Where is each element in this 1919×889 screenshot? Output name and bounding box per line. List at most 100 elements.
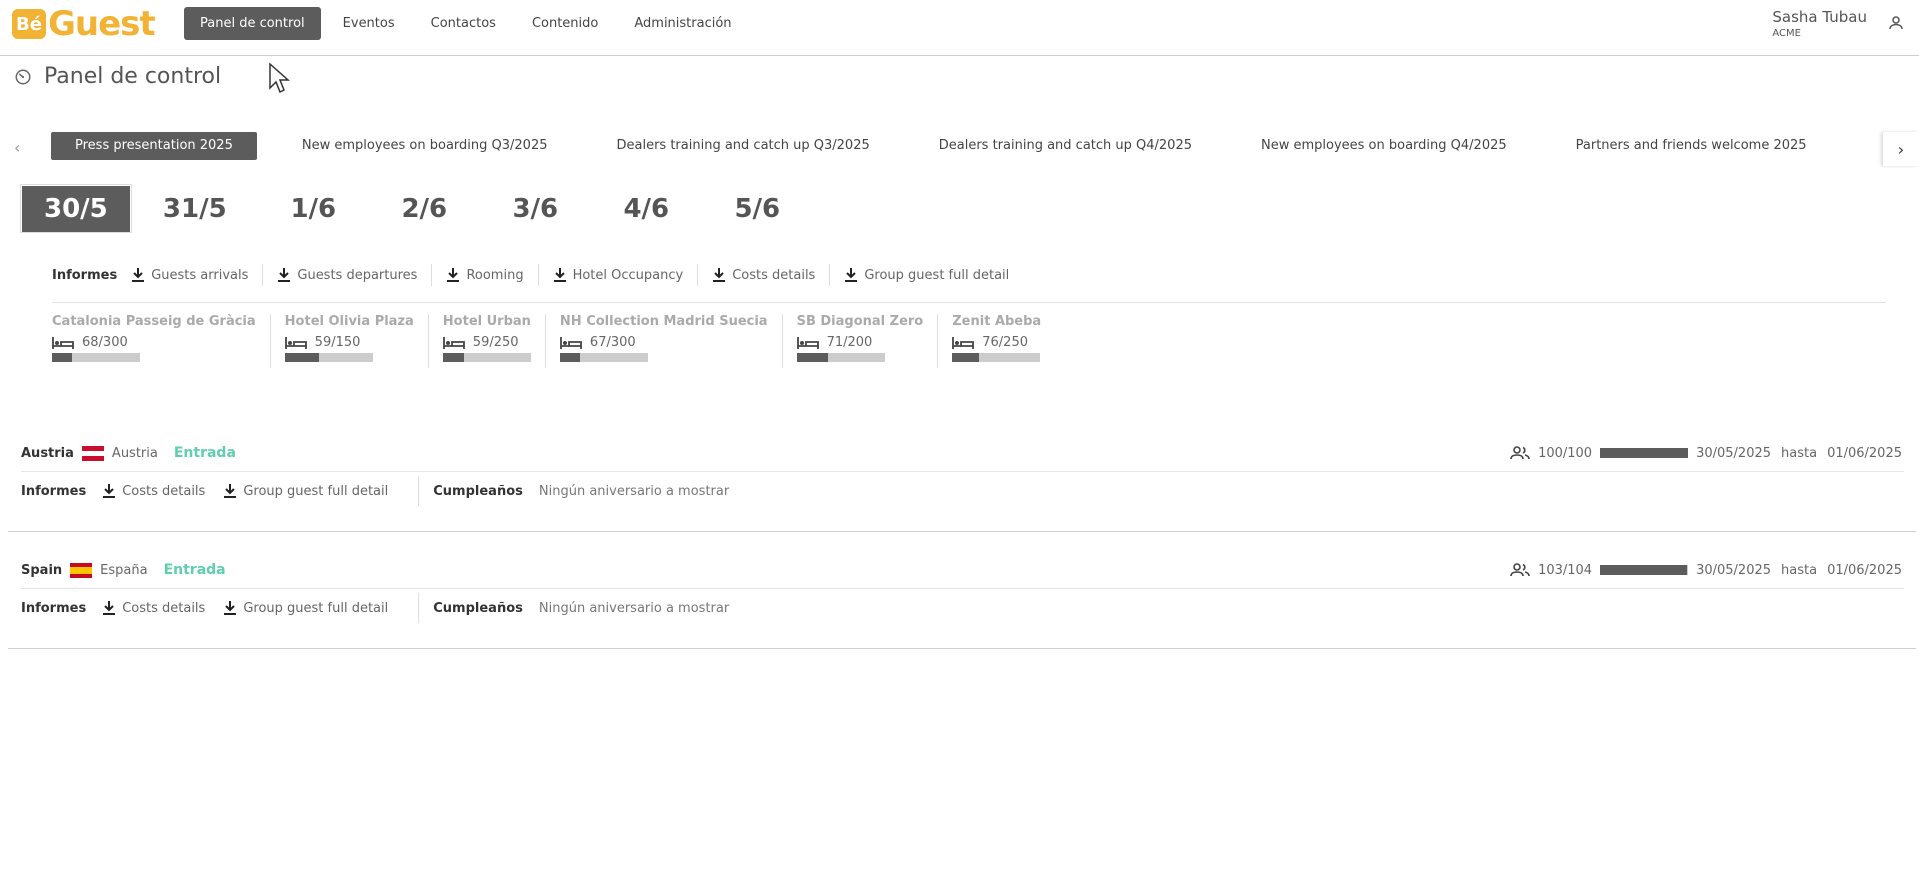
nav-eventos[interactable]: Eventos (329, 7, 409, 40)
status-badge: Entrada (163, 562, 226, 578)
hotel-card[interactable]: Hotel Urban 59/250 (442, 314, 546, 368)
download-icon (103, 484, 116, 498)
group-summary: 100/100 30/05/2025 hasta 01/06/2025 (1510, 442, 1902, 464)
date-to: 01/06/2025 (1827, 445, 1902, 461)
download-icon (447, 268, 460, 282)
download-icon (224, 484, 237, 498)
date-tab[interactable]: 3/6 (480, 194, 591, 224)
nav-contenido[interactable]: Contenido (518, 7, 612, 40)
nav-panel-de-control[interactable]: Panel de control (184, 7, 321, 40)
date-tab[interactable]: 31/5 (132, 194, 258, 224)
download-icon (278, 268, 291, 282)
hotel-name: Catalonia Passeig de Gràcia (52, 314, 256, 329)
report-costs-details[interactable]: Costs details (102, 480, 205, 502)
hotel-count-value: 76/250 (982, 335, 1028, 350)
date-from: 30/05/2025 (1696, 562, 1772, 578)
report-label: Costs details (122, 483, 206, 499)
hotel-count: 68/300 (52, 335, 256, 350)
report-label: Hotel Occupancy (572, 267, 684, 283)
divider (52, 302, 1886, 303)
report-guests-departures[interactable]: Guests departures (277, 264, 433, 286)
hotel-name: NH Collection Madrid Suecia (559, 314, 768, 329)
event-tab[interactable]: New employees on boarding Q3/2025 (278, 132, 572, 160)
group-reports: Informes Costs details Group guest full … (21, 476, 730, 506)
hotel-card[interactable]: Zenit Abeba 76/250 (952, 314, 1055, 368)
report-label: Group guest full detail (243, 600, 389, 616)
hotel-card[interactable]: Catalonia Passeig de Gràcia 68/300 (52, 314, 271, 368)
occupancy-fill (52, 353, 72, 362)
nav-administracion[interactable]: Administración (620, 7, 745, 40)
hotel-list: Catalonia Passeig de Gràcia 68/300 Hotel… (52, 314, 1069, 368)
download-icon (103, 601, 116, 615)
date-tab[interactable]: 5/6 (702, 194, 813, 224)
report-group-guest-full-detail[interactable]: Group guest full detail (223, 480, 388, 502)
occupancy-fill (442, 353, 464, 362)
date-tab-selected-box: 30/5 (20, 184, 132, 233)
bed-icon (284, 336, 307, 349)
occupancy-bar (796, 353, 885, 362)
chevron-right-icon[interactable]: › (1883, 132, 1919, 166)
group-country: Austria (111, 445, 158, 461)
hotel-count-value: 59/150 (314, 335, 361, 350)
hotel-count: 67/300 (560, 335, 768, 350)
guest-count: 103/104 (1538, 562, 1593, 578)
gauge-icon (15, 69, 31, 84)
hotel-card[interactable]: Hotel Olivia Plaza 59/150 (284, 314, 429, 368)
occupancy-bar (442, 353, 531, 362)
hotel-count-value: 71/200 (826, 335, 873, 350)
event-tab[interactable]: Dealers training and catch up Q3/2025 (593, 132, 894, 160)
event-tab[interactable]: Partners and friends welcome 2025 (1552, 132, 1831, 160)
report-group-guest-full-detail[interactable]: Group guest full detail (844, 264, 1023, 286)
hotel-count: 59/250 (442, 335, 531, 350)
report-label: Rooming (466, 267, 524, 283)
user-info[interactable]: Sasha Tubau ACME (1772, 8, 1867, 39)
report-group-guest-full-detail[interactable]: Group guest full detail (223, 597, 388, 619)
occupancy-bar (284, 353, 373, 362)
download-icon (553, 268, 566, 282)
hotel-count: 76/250 (952, 335, 1041, 350)
report-hotel-occupancy[interactable]: Hotel Occupancy (553, 264, 699, 286)
occupancy-fill (559, 353, 580, 362)
user-icon[interactable] (1887, 14, 1905, 32)
bed-icon (52, 336, 74, 349)
bed-icon (560, 336, 582, 349)
hotel-name: SB Diagonal Zero (796, 314, 924, 329)
bed-icon (952, 336, 975, 349)
event-tab[interactable]: Dealers training and catch up Q4/2025 (915, 132, 1216, 160)
birthdays-text: Ningún aniversario a mostrar (538, 483, 730, 499)
report-label: Costs details (122, 600, 206, 616)
hotel-count-value: 67/300 (589, 335, 636, 350)
date-tab[interactable]: 2/6 (369, 194, 480, 224)
report-rooming[interactable]: Rooming (446, 264, 539, 286)
group-summary: 103/104 30/05/2025 hasta 01/06/2025 (1510, 559, 1902, 581)
report-costs-details[interactable]: Costs details (102, 597, 205, 619)
chevron-left-icon[interactable]: ‹ (14, 138, 20, 157)
download-icon (845, 268, 858, 282)
user-org: ACME (1772, 28, 1801, 39)
report-costs-details[interactable]: Costs details (712, 264, 831, 286)
date-tab[interactable]: 30/5 (22, 185, 130, 232)
date-tab[interactable]: 4/6 (591, 194, 702, 224)
group-reports: Informes Costs details Group guest full … (21, 593, 730, 623)
guest-fill (1600, 565, 1688, 575)
hotel-card[interactable]: SB Diagonal Zero 71/200 (796, 314, 939, 368)
birthdays-label: Cumpleaños (433, 600, 523, 616)
report-guests-arrivals[interactable]: Guests arrivals (131, 264, 264, 286)
hotel-card[interactable]: NH Collection Madrid Suecia 67/300 (559, 314, 783, 368)
reports-label: Informes (21, 483, 87, 499)
logo[interactable]: Bé Guest (12, 4, 156, 44)
reports-label: Informes (21, 600, 87, 616)
event-tab[interactable]: Press presentation 2025 (51, 132, 257, 160)
date-tab[interactable]: 1/6 (258, 194, 369, 224)
download-icon (713, 268, 726, 282)
guest-bar (1600, 448, 1689, 458)
group-header: Spain España Entrada (21, 559, 226, 581)
group-name: Spain (21, 562, 63, 578)
date-separator: hasta (1781, 562, 1818, 578)
divider (21, 471, 1904, 472)
event-tab[interactable]: New employees on boarding Q4/2025 (1237, 132, 1531, 160)
hotel-count: 59/150 (284, 335, 414, 350)
birthdays-text: Ningún aniversario a mostrar (538, 600, 730, 616)
date-to: 01/06/2025 (1827, 562, 1902, 578)
nav-contactos[interactable]: Contactos (417, 7, 510, 40)
